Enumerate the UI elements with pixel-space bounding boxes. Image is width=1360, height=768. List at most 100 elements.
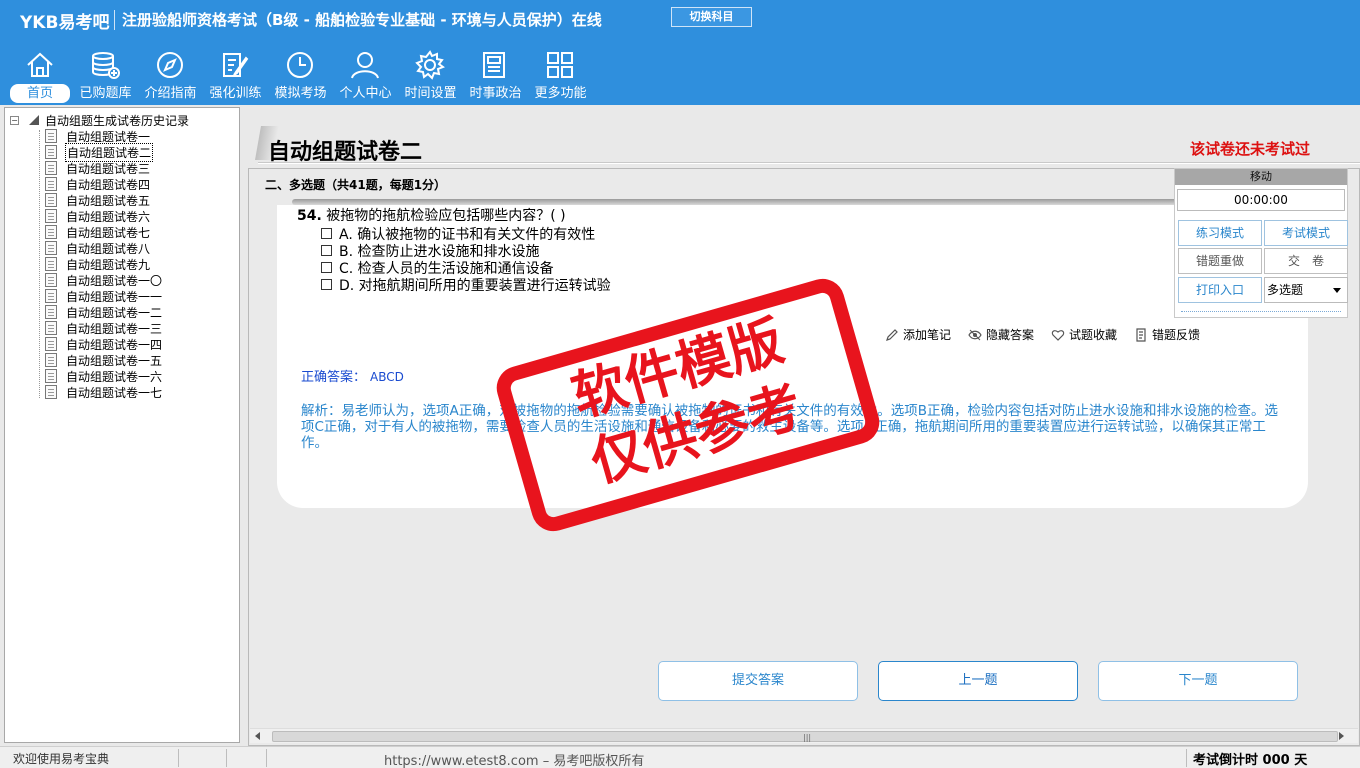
- document-icon: [45, 385, 57, 399]
- scrollbar-thumb[interactable]: |||: [272, 731, 1338, 742]
- tree-item[interactable]: 自动组题试卷九: [45, 256, 163, 272]
- nav-label: 强化训练: [209, 86, 262, 101]
- exam-mode-button[interactable]: 考试模式: [1264, 220, 1348, 246]
- tree-item[interactable]: 自动组题试卷一一: [45, 288, 163, 304]
- title-underline: [258, 162, 1360, 164]
- tree-item[interactable]: 自动组题试卷一五: [45, 352, 163, 368]
- tree-item[interactable]: 自动组题试卷五: [45, 192, 163, 208]
- tree-item[interactable]: 自动组题试卷三: [45, 160, 163, 176]
- tree-item[interactable]: 自动组题试卷八: [45, 240, 163, 256]
- select-value: 多选题: [1267, 283, 1304, 297]
- nav-item-more[interactable]: 更多功能: [528, 46, 593, 104]
- document-icon: [45, 321, 57, 335]
- tool-label: 添加笔记: [903, 328, 952, 342]
- document-icon: [45, 241, 57, 255]
- tree-item[interactable]: 自动组题试卷七: [45, 224, 163, 240]
- prev-question-button[interactable]: 上一题: [878, 661, 1078, 701]
- tree-root-label: 自动组题生成试卷历史记录: [45, 113, 190, 128]
- welcome-text: 欢迎使用易考宝典: [13, 752, 110, 766]
- document-icon: [45, 209, 57, 223]
- control-panel: 移动 00:00:00 练习模式 考试模式 错题重做 交 卷 打印入口 多选题: [1174, 168, 1348, 318]
- add-note-button[interactable]: 添加笔记: [885, 326, 951, 343]
- nav-label: 时间设置: [404, 86, 457, 101]
- tree-item-label: 自动组题试卷一二: [66, 305, 163, 320]
- nav-item-guide[interactable]: 介绍指南: [138, 46, 203, 104]
- tree-item[interactable]: 自动组题试卷一七: [45, 384, 163, 400]
- tree-item[interactable]: 自动组题试卷一四: [45, 336, 163, 352]
- option-checkbox[interactable]: [321, 279, 332, 290]
- brand-logo: YKB易考吧: [20, 13, 110, 33]
- tree-item[interactable]: 自动组题试卷二: [45, 142, 163, 162]
- favorite-button[interactable]: 试题收藏: [1051, 326, 1117, 343]
- tree-item[interactable]: 自动组题试卷一六: [45, 368, 163, 384]
- option-c[interactable]: C. 检查人员的生活设施和通信设备: [321, 259, 611, 277]
- status-divider: [266, 749, 267, 767]
- tree-item[interactable]: 自动组题试卷六: [45, 208, 163, 224]
- tree-item-label: 自动组题试卷一五: [66, 353, 163, 368]
- nav-item-current-affairs[interactable]: 时事政治: [463, 46, 528, 104]
- tree-item[interactable]: 自动组题试卷一二: [45, 304, 163, 320]
- tree-item-label: 自动组题试卷一六: [66, 369, 163, 384]
- submit-paper-button[interactable]: 交 卷: [1264, 248, 1348, 274]
- hide-answer-button[interactable]: 隐藏答案: [968, 326, 1034, 343]
- option-d[interactable]: D. 对拖航期间所用的重要装置进行运转试验: [321, 276, 611, 294]
- nav-label: 首页: [10, 84, 70, 103]
- scroll-left-icon[interactable]: [255, 732, 260, 740]
- option-checkbox[interactable]: [321, 228, 332, 239]
- folder-icon: [29, 115, 39, 125]
- question-type-select[interactable]: 多选题: [1264, 277, 1348, 303]
- submit-answer-button[interactable]: 提交答案: [658, 661, 858, 701]
- switch-subject-button[interactable]: 切换科目: [671, 7, 752, 27]
- tree-root[interactable]: − 自动组题生成试卷历史记录: [10, 112, 189, 128]
- exam-countdown: 考试倒计时 000 天: [1193, 753, 1308, 768]
- exam-status-text: 该试卷还未考试过: [1190, 140, 1311, 158]
- nav-item-training[interactable]: 强化训练: [203, 46, 268, 104]
- horizontal-scrollbar[interactable]: |||: [250, 728, 1358, 743]
- document-icon: [45, 177, 57, 191]
- app-title: 注册验船师资格考试（B级 - 船舶检验专业基础 - 环境与人员保护）在线: [122, 11, 602, 29]
- paper-history-tree: − 自动组题生成试卷历史记录 自动组题试卷一 自动组题试卷二 自动组题试卷三 自动组题…: [4, 107, 240, 743]
- tree-item-label: 自动组题试卷六: [66, 209, 151, 224]
- tree-item-label: 自动组题试卷一〇: [66, 273, 163, 288]
- nav-label: 更多功能: [534, 86, 587, 101]
- option-a[interactable]: A. 确认被拖物的证书和有关文件的有效性: [321, 225, 611, 243]
- tree-item[interactable]: 自动组题试卷四: [45, 176, 163, 192]
- practice-mode-button[interactable]: 练习模式: [1178, 220, 1262, 246]
- status-divider: [1186, 749, 1187, 767]
- nav-item-profile[interactable]: 个人中心: [333, 46, 398, 104]
- tree-item-label: 自动组题试卷一七: [66, 385, 163, 400]
- scroll-right-icon[interactable]: [1339, 732, 1344, 740]
- timer-display: 00:00:00: [1177, 189, 1345, 211]
- section-title: 二、多选题（共41题，每题1分）: [265, 178, 447, 192]
- grip-icon: |||: [803, 733, 812, 742]
- tree-item[interactable]: 自动组题试卷一三: [45, 320, 163, 336]
- collapse-icon[interactable]: −: [10, 115, 19, 125]
- document-icon: [1136, 327, 1146, 342]
- redo-wrong-button[interactable]: 错题重做: [1178, 248, 1262, 274]
- option-checkbox[interactable]: [321, 245, 332, 256]
- tree-item-label: 自动组题试卷一四: [66, 337, 163, 352]
- document-icon: [45, 161, 57, 175]
- tree-item-label: 自动组题试卷八: [66, 241, 151, 256]
- tree-item-label: 自动组题试卷七: [66, 225, 151, 240]
- nav-item-time-settings[interactable]: 时间设置: [398, 46, 463, 104]
- option-checkbox[interactable]: [321, 262, 332, 273]
- report-error-button[interactable]: 错题反馈: [1134, 326, 1200, 343]
- panel-scrollbar[interactable]: [1181, 311, 1341, 315]
- tree-item-label: 自动组题试卷九: [66, 257, 151, 272]
- tree-item[interactable]: 自动组题试卷一〇: [45, 272, 163, 288]
- print-entry-button[interactable]: 打印入口: [1178, 277, 1262, 303]
- question-stem: 被拖物的拖航检验应包括哪些内容？( ): [326, 208, 566, 224]
- panel-drag-handle[interactable]: 移动: [1175, 169, 1347, 185]
- status-divider: [226, 749, 227, 767]
- nav-label: 介绍指南: [144, 86, 197, 101]
- document-icon: [45, 129, 57, 143]
- tool-label: 隐藏答案: [986, 328, 1035, 342]
- nav-item-purchased[interactable]: 已购题库: [73, 46, 138, 104]
- next-question-button[interactable]: 下一题: [1098, 661, 1298, 701]
- option-b[interactable]: B. 检查防止进水设施和排水设施: [321, 242, 611, 260]
- document-icon: [45, 369, 57, 383]
- nav-item-home[interactable]: 首页: [8, 46, 73, 104]
- heart-icon: [1051, 329, 1065, 341]
- nav-item-mock-exam[interactable]: 模拟考场: [268, 46, 333, 104]
